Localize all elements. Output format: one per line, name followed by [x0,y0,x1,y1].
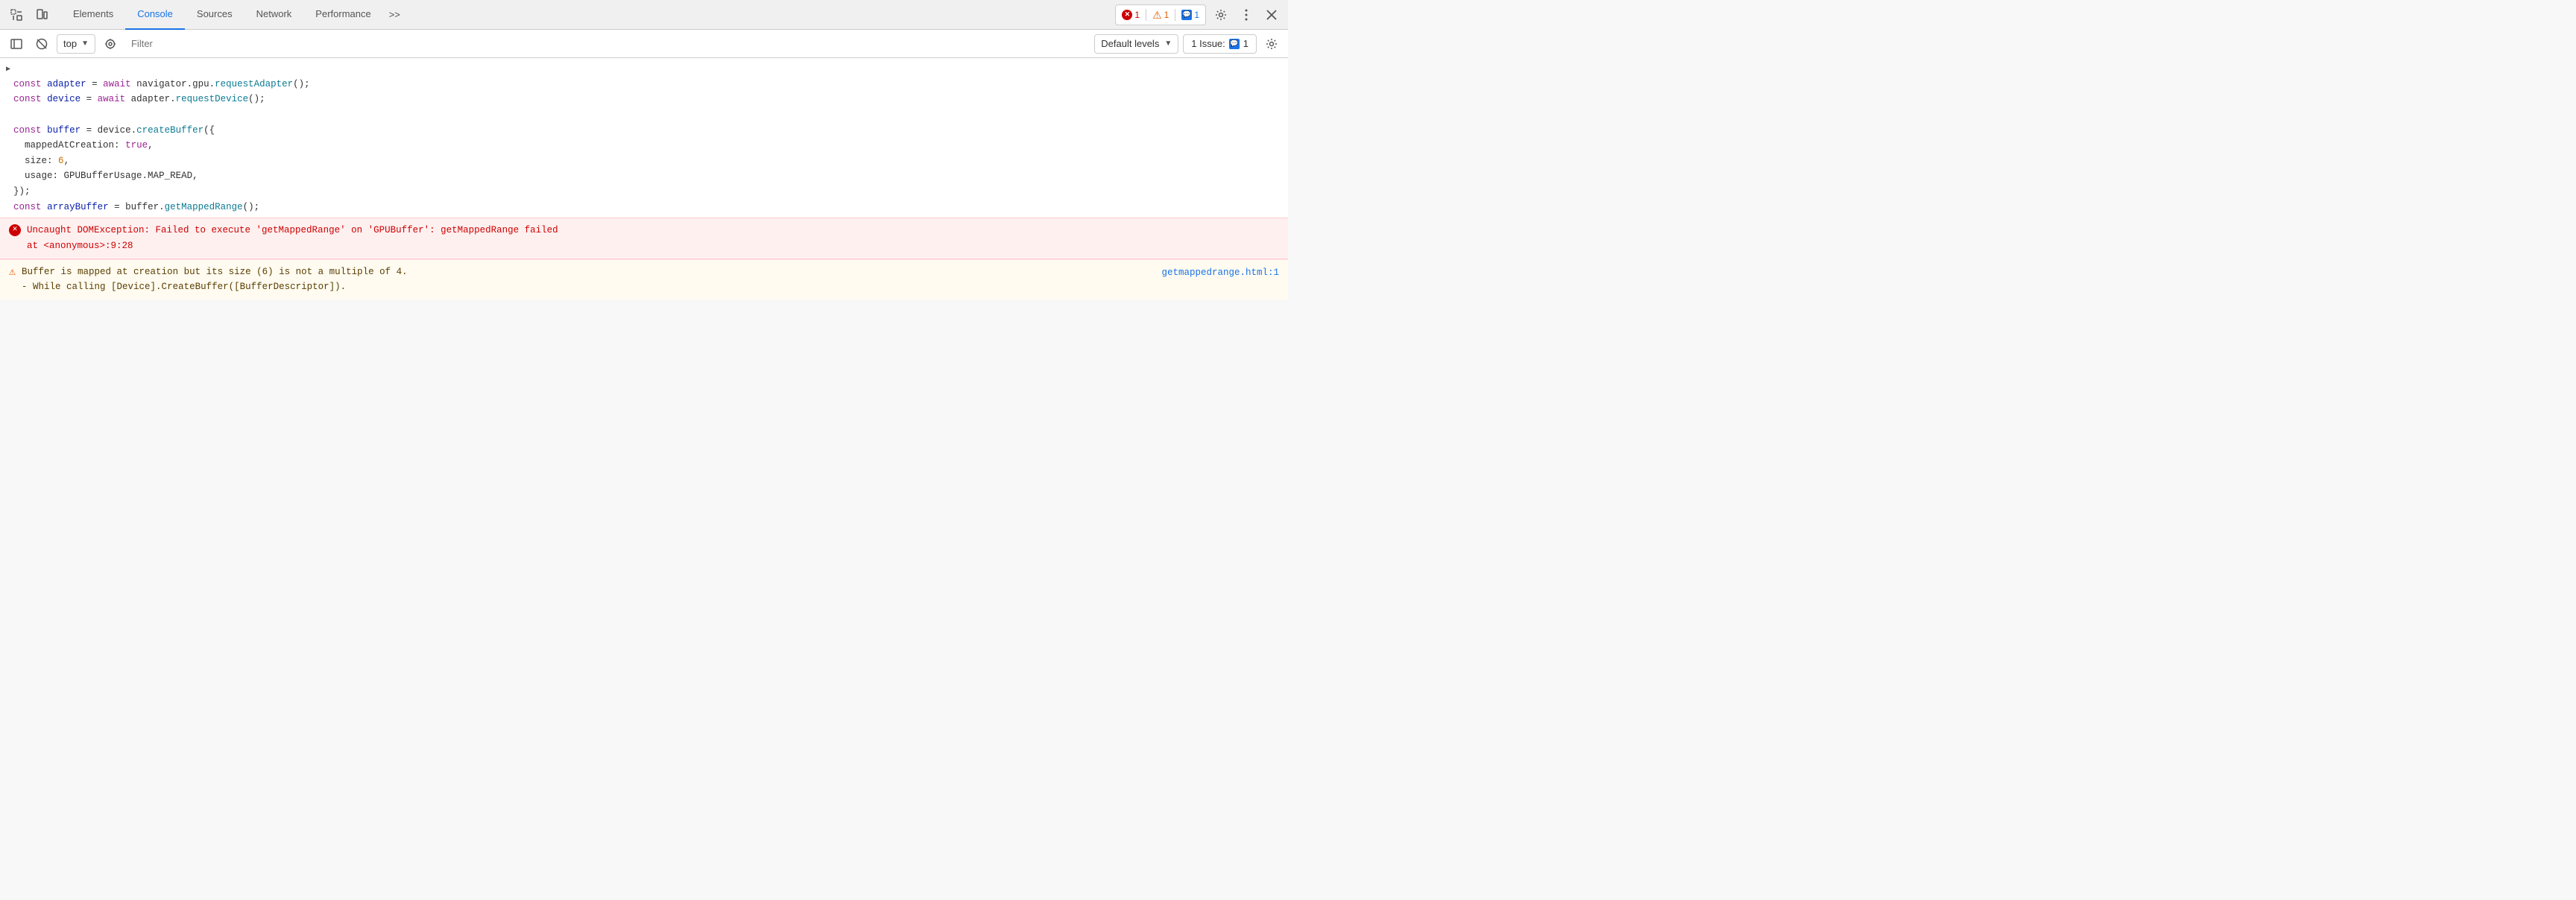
tab-list: Elements Console Sources Network Perform… [61,0,1112,30]
error-badge: ✕ 1 [1122,10,1140,20]
error-location-text: at <anonymous>:9:28 [27,238,558,254]
live-expressions-button[interactable] [100,34,121,54]
issues-button[interactable]: 1 Issue: 💬 1 [1183,34,1257,54]
console-toolbar-left: top ▼ [6,34,121,54]
filter-container [125,30,1090,58]
tab-elements[interactable]: Elements [61,0,125,30]
tab-sources[interactable]: Sources [185,0,244,30]
tab-performance[interactable]: Performance [303,0,382,30]
warning-content: ⚠ Buffer is mapped at creation but its s… [9,264,1161,295]
chevron-down-icon2: ▼ [1164,39,1172,48]
context-selector[interactable]: top ▼ [57,34,95,54]
filter-input[interactable] [125,38,1090,49]
tab-console[interactable]: Console [125,0,185,30]
warning-message-block: ⚠ Buffer is mapped at creation but its s… [0,259,1288,300]
console-toolbar-right: Default levels ▼ 1 Issue: 💬 1 [1094,34,1282,54]
error-text-content: Uncaught DOMException: Failed to execute… [27,223,558,253]
error-message-block: ✕ Uncaught DOMException: Failed to execu… [0,218,1288,259]
warning-triangle-icon: ⚠ [9,264,16,280]
expand-arrow[interactable]: ▶ [6,64,10,76]
info-square-icon: 💬 [1181,10,1192,20]
topbar-right: ✕ 1 ⚠ 1 💬 1 [1115,4,1282,25]
tab-network[interactable]: Network [244,0,304,30]
warning-text-block: Buffer is mapped at creation but its siz… [22,264,408,295]
error-main-text: Uncaught DOMException: Failed to execute… [27,223,558,238]
console-toolbar: top ▼ Default levels ▼ 1 Issue: 💬 1 [0,30,1288,58]
device-toolbar-button[interactable] [31,4,52,25]
warn-triangle-icon: ⚠ [1152,10,1162,20]
show-sidebar-button[interactable] [6,34,27,54]
warning-sub-text: - While calling [Device].CreateBuffer([B… [22,279,408,295]
toolbar-icons [6,4,52,25]
error-warning-badges[interactable]: ✕ 1 ⚠ 1 💬 1 [1115,4,1206,25]
code-content: const adapter = await navigator.gpu.requ… [13,61,310,215]
settings-button[interactable] [1210,4,1231,25]
error-circle-icon: ✕ [9,224,21,236]
issue-info-icon: 💬 [1229,39,1240,49]
top-toolbar: Elements Console Sources Network Perform… [0,0,1288,30]
default-levels-button[interactable]: Default levels ▼ [1094,34,1178,54]
more-options-button[interactable] [1236,4,1257,25]
more-tabs-button[interactable]: >> [383,0,406,30]
inspect-element-button[interactable] [6,4,27,25]
console-settings-button[interactable] [1261,34,1282,54]
warn-badge: ⚠ 1 [1152,10,1169,20]
chevron-down-icon: ▼ [81,39,89,48]
warning-row: ⚠ Buffer is mapped at creation but its s… [9,264,1279,295]
warning-main-text: Buffer is mapped at creation but its siz… [22,264,408,280]
error-circle-icon: ✕ [1122,10,1132,20]
code-entry: ▶ const adapter = await navigator.gpu.re… [0,58,1288,218]
console-output: ▶ const adapter = await navigator.gpu.re… [0,58,1288,300]
info-badge: 💬 1 [1181,10,1199,20]
clear-console-button[interactable] [31,34,52,54]
close-button[interactable] [1261,4,1282,25]
warning-source-link[interactable]: getmappedrange.html:1 [1161,265,1279,280]
